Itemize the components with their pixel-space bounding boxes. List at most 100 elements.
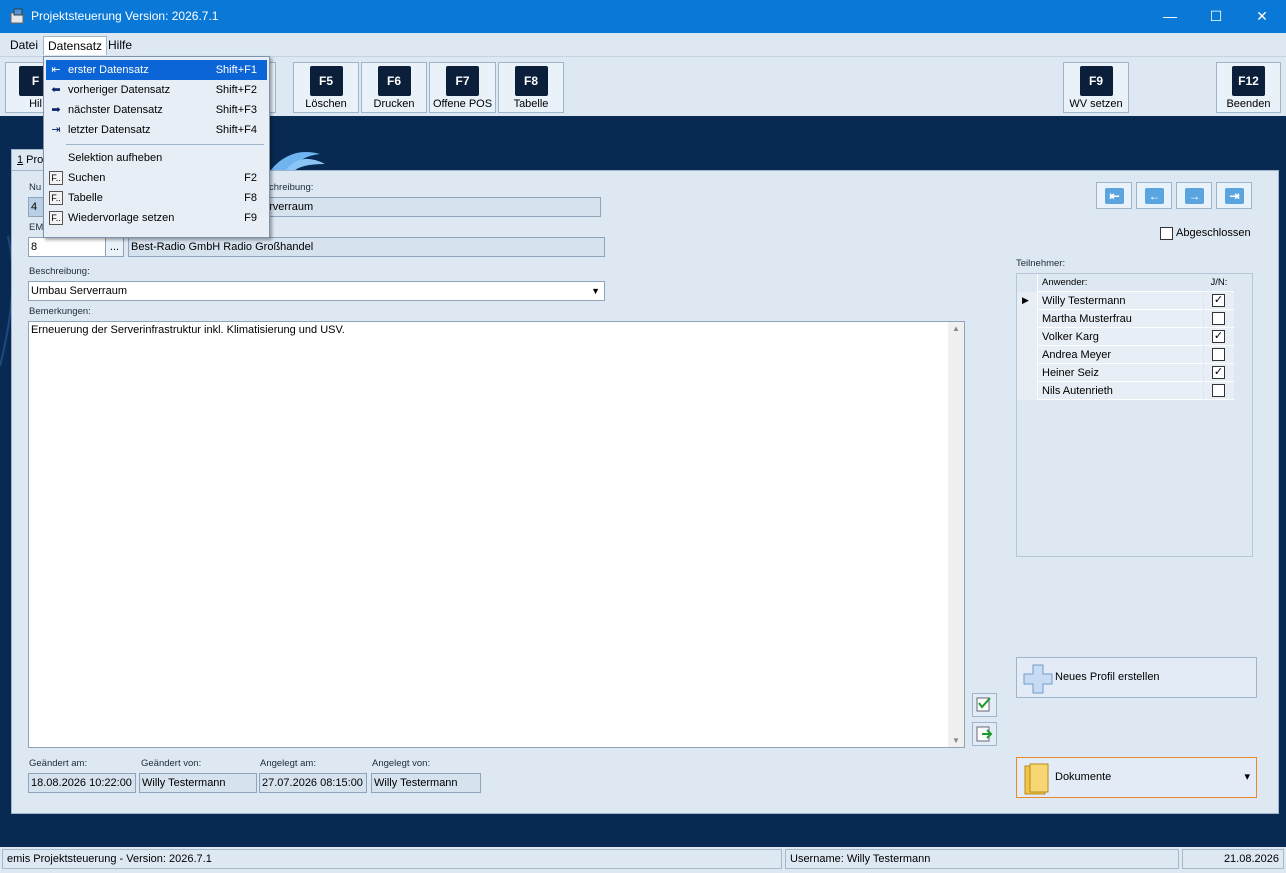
dokumente-label: Dokumente bbox=[1055, 771, 1112, 783]
dokumente-button[interactable]: Dokumente ▾ bbox=[1016, 757, 1257, 798]
teilnehmer-row[interactable]: Nils Autenrieth bbox=[1017, 382, 1234, 400]
geaendert-am-label: Geändert am: bbox=[29, 758, 88, 769]
teilnehmer-name[interactable]: Heiner Seiz bbox=[1038, 364, 1203, 382]
f12-label: Beenden bbox=[1226, 98, 1271, 110]
spellcheck-button[interactable] bbox=[972, 693, 997, 717]
f5-delete-button[interactable]: F5 Löschen bbox=[293, 62, 359, 113]
close-button[interactable]: ✕ bbox=[1239, 0, 1285, 32]
angelegt-am-label: Angelegt am: bbox=[260, 758, 316, 769]
f6-print-button[interactable]: F6 Drucken bbox=[361, 62, 427, 113]
previous-record-icon: ⬅ bbox=[51, 84, 61, 96]
teilnehmer-row[interactable]: Martha Musterfrau bbox=[1017, 310, 1234, 328]
tab-label: Pro bbox=[23, 154, 44, 166]
geaendert-von-label: Geändert von: bbox=[141, 758, 202, 769]
menu-item-6[interactable]: F.. Tabelle F8 bbox=[46, 188, 267, 208]
previous-record-button[interactable]: ← bbox=[1136, 182, 1172, 209]
teilnehmer-name[interactable]: Volker Karg bbox=[1038, 328, 1203, 346]
first-record-button[interactable]: ⇤ bbox=[1096, 182, 1132, 209]
teilnehmer-checkbox[interactable] bbox=[1212, 312, 1225, 325]
scroll-down-icon[interactable]: ▼ bbox=[952, 736, 960, 745]
bemerkungen-text: Erneuerung der Serverinfrastruktur inkl.… bbox=[31, 324, 345, 336]
teilnehmer-checkbox[interactable]: ✓ bbox=[1212, 294, 1225, 307]
teilnehmer-row[interactable]: Volker Karg ✓ bbox=[1017, 328, 1234, 346]
neues-profil-label: Neues Profil erstellen bbox=[1055, 671, 1160, 683]
f7-open-pos-button[interactable]: F7 Offene POS bbox=[429, 62, 496, 113]
f5-key: F5 bbox=[309, 66, 343, 96]
app-icon bbox=[10, 8, 24, 24]
teilnehmer-checkbox[interactable] bbox=[1212, 348, 1225, 361]
beschreibung-select[interactable]: Umbau Serverraum ▼ bbox=[28, 281, 605, 301]
menu-datensatz[interactable]: Datensatz bbox=[43, 36, 108, 55]
status-app: emis Projektsteuerung - Version: 2026.7.… bbox=[2, 849, 782, 869]
minimize-button[interactable]: — bbox=[1147, 0, 1193, 32]
next-record-icon: ➡ bbox=[51, 104, 61, 116]
f8-table-button[interactable]: F8 Tabelle bbox=[498, 62, 564, 113]
teilnehmer-row[interactable]: ▶ Willy Testermann ✓ bbox=[1017, 292, 1234, 310]
beschreibung-value: Umbau Serverraum bbox=[31, 285, 127, 297]
row-selector[interactable] bbox=[1017, 310, 1038, 328]
angelegt-von-label: Angelegt von: bbox=[372, 758, 431, 769]
row-selector[interactable] bbox=[1017, 382, 1038, 400]
teilnehmer-name[interactable]: Nils Autenrieth bbox=[1038, 382, 1203, 400]
next-record-button[interactable]: → bbox=[1176, 182, 1212, 209]
teilnehmer-name[interactable]: Willy Testermann bbox=[1038, 292, 1203, 310]
menu-hilfe[interactable]: Hilfe bbox=[104, 36, 136, 55]
kurzbeschreibung-field[interactable]: erverraum bbox=[260, 197, 601, 217]
col-jn[interactable]: J/N: bbox=[1204, 274, 1234, 292]
dokumente-dropdown-icon[interactable]: ▾ bbox=[1244, 770, 1250, 783]
em-field[interactable]: 8 bbox=[28, 237, 106, 257]
menu-item-0[interactable]: ⇤ erster Datensatz Shift+F1 bbox=[46, 60, 267, 80]
f8-label: Tabelle bbox=[513, 98, 549, 110]
kurzbeschreibung-label: chreibung: bbox=[269, 182, 314, 193]
company-field: Best-Radio GmbH Radio Großhandel bbox=[128, 237, 605, 257]
em-lookup-button[interactable]: ... bbox=[105, 237, 124, 257]
row-selector[interactable] bbox=[1017, 364, 1038, 382]
teilnehmer-row[interactable]: Andrea Meyer bbox=[1017, 346, 1234, 364]
menu-item-label: letzter Datensatz bbox=[68, 124, 151, 136]
last-record-button[interactable]: ⇥ bbox=[1216, 182, 1252, 209]
scroll-up-icon[interactable]: ▲ bbox=[952, 324, 960, 333]
f7-key: F7 bbox=[446, 66, 479, 96]
menu-item-4[interactable]: Selektion aufheben bbox=[46, 148, 267, 168]
teilnehmer-checkbox[interactable] bbox=[1212, 384, 1225, 397]
neues-profil-button[interactable]: Neues Profil erstellen bbox=[1016, 657, 1257, 698]
menu-item-2[interactable]: ➡ nächster Datensatz Shift+F3 bbox=[46, 100, 267, 120]
abgeschlossen-checkbox[interactable] bbox=[1160, 227, 1173, 240]
function-key-icon: F.. bbox=[49, 191, 63, 205]
f9-wv-button[interactable]: F9 WV setzen bbox=[1063, 62, 1129, 113]
teilnehmer-name[interactable]: Martha Musterfrau bbox=[1038, 310, 1203, 328]
last-record-icon: ⇥ bbox=[51, 124, 61, 136]
teilnehmer-jn-cell bbox=[1204, 346, 1234, 364]
menu-item-5[interactable]: F.. Suchen F2 bbox=[46, 168, 267, 188]
row-selector[interactable]: ▶ bbox=[1017, 292, 1038, 310]
teilnehmer-jn-cell bbox=[1204, 310, 1234, 328]
teilnehmer-checkbox[interactable]: ✓ bbox=[1212, 366, 1225, 379]
insert-text-button[interactable] bbox=[972, 722, 997, 746]
geaendert-von-field: Willy Testermann bbox=[139, 773, 257, 793]
grid-header-corner bbox=[1017, 274, 1038, 292]
col-anwender[interactable]: Anwender: bbox=[1038, 274, 1203, 292]
menu-item-7[interactable]: F.. Wiedervorlage setzen F9 bbox=[46, 208, 267, 228]
bemerkungen-textarea[interactable]: Erneuerung der Serverinfrastruktur inkl.… bbox=[28, 321, 965, 748]
menu-item-label: Selektion aufheben bbox=[68, 152, 163, 164]
insert-text-icon bbox=[976, 726, 993, 742]
function-key-icon: F.. bbox=[49, 171, 63, 185]
teilnehmer-row[interactable]: Heiner Seiz ✓ bbox=[1017, 364, 1234, 382]
f9-label: WV setzen bbox=[1069, 98, 1123, 110]
geaendert-am-field: 18.08.2026 10:22:00 bbox=[28, 773, 136, 793]
menu-datei[interactable]: Datei bbox=[6, 36, 42, 55]
menu-item-3[interactable]: ⇥ letzter Datensatz Shift+F4 bbox=[46, 120, 267, 140]
chevron-down-icon[interactable]: ▼ bbox=[591, 282, 600, 300]
menu-item-1[interactable]: ⬅ vorheriger Datensatz Shift+F2 bbox=[46, 80, 267, 100]
row-selector[interactable] bbox=[1017, 328, 1038, 346]
next-record-icon: → bbox=[1185, 188, 1204, 204]
em-label: EM bbox=[29, 222, 44, 233]
teilnehmer-name[interactable]: Andrea Meyer bbox=[1038, 346, 1203, 364]
menu-item-shortcut: Shift+F1 bbox=[215, 64, 257, 76]
row-selector[interactable] bbox=[1017, 346, 1038, 364]
maximize-button[interactable]: ☐ bbox=[1193, 0, 1239, 32]
teilnehmer-checkbox[interactable]: ✓ bbox=[1212, 330, 1225, 343]
f6-key: F6 bbox=[377, 66, 411, 96]
bemerkungen-scrollbar[interactable]: ▲ ▼ bbox=[948, 322, 964, 747]
f12-exit-button[interactable]: F12 Beenden bbox=[1216, 62, 1281, 113]
